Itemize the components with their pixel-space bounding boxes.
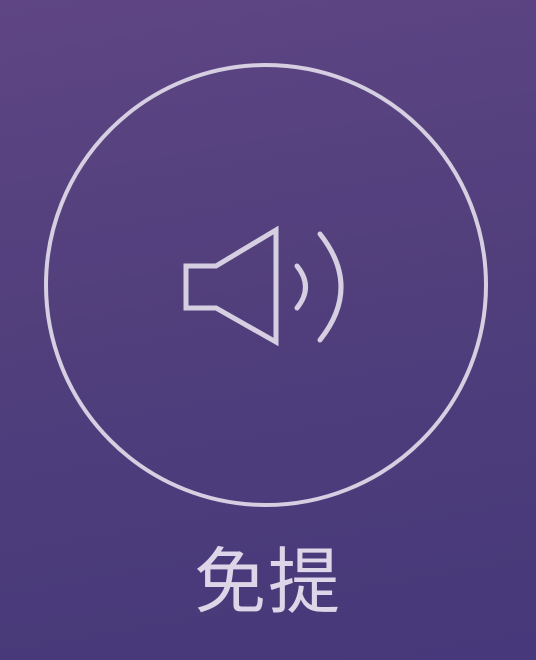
speaker-icon (178, 224, 358, 350)
speaker-label[interactable]: 免提 (0, 537, 536, 627)
speakerphone-screen: 免提 (0, 0, 536, 660)
